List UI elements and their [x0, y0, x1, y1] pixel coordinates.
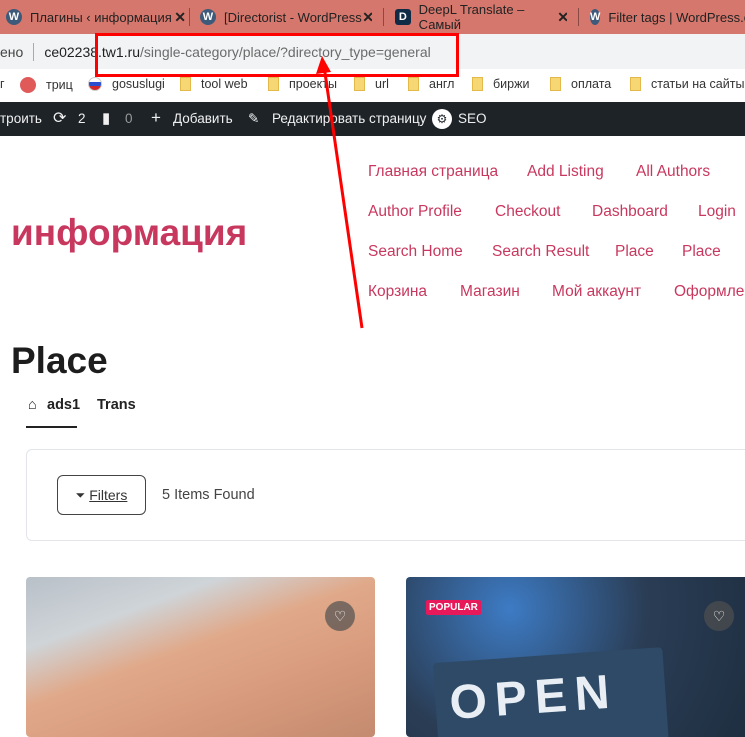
annotation-arrow	[316, 56, 364, 329]
